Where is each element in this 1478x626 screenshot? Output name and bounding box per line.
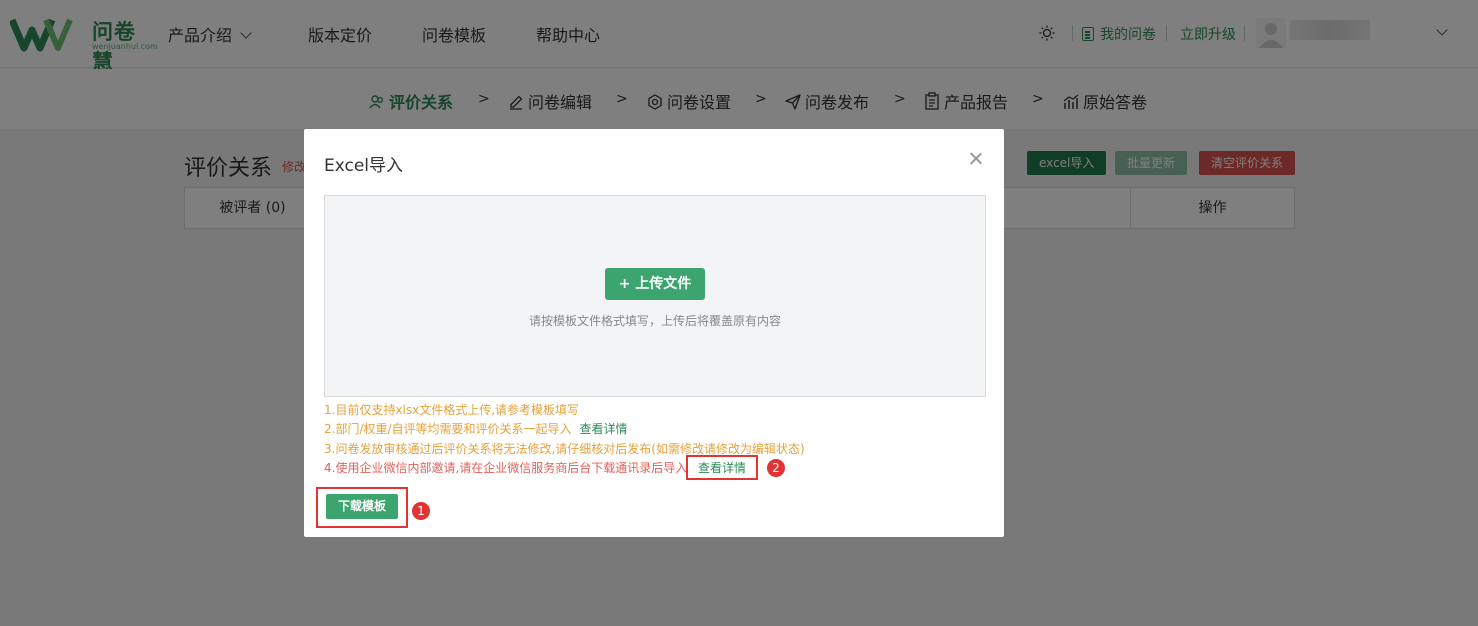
file-dropzone[interactable]: + 上传文件 请按模板文件格式填写，上传后将覆盖原有内容: [324, 195, 986, 397]
upload-file-button[interactable]: + 上传文件: [605, 268, 705, 300]
note-text: 2.部门/权重/自评等均需要和评价关系一起导入: [324, 422, 572, 437]
download-template-button[interactable]: 下载模板: [326, 494, 398, 519]
note-1: 1.目前仅支持xlsx文件格式上传,请参考模板填写: [324, 401, 805, 420]
view-details-link[interactable]: 查看详情: [580, 422, 628, 436]
note-2: 2.部门/权重/自评等均需要和评价关系一起导入 查看详情: [324, 420, 805, 439]
annotation-badge-2: 2: [767, 459, 785, 477]
dialog-title: Excel导入: [324, 156, 404, 176]
annotation-badge-1: 1: [412, 502, 430, 520]
note-text: 1.目前仅支持xlsx文件格式上传,请参考模板填写: [324, 403, 580, 417]
annotation-box-1: 下载模板: [316, 487, 408, 528]
excel-import-dialog: Excel导入 + 上传文件 请按模板文件格式填写，上传后将覆盖原有内容 1.目…: [304, 129, 1004, 537]
close-icon[interactable]: [968, 151, 984, 167]
view-details-link[interactable]: 查看详情: [698, 459, 746, 476]
note-text: 4.使用企业微信内部邀请,请在企业微信服务商后台下载通讯录后导入: [324, 460, 688, 475]
note-text: 3.问卷发放审核通过后评价关系将无法修改,请仔细核对后发布(如需修改请修改为编辑…: [324, 441, 805, 456]
annotation-box-2: 查看详情: [686, 455, 758, 480]
upload-hint: 请按模板文件格式填写，上传后将覆盖原有内容: [528, 314, 781, 328]
